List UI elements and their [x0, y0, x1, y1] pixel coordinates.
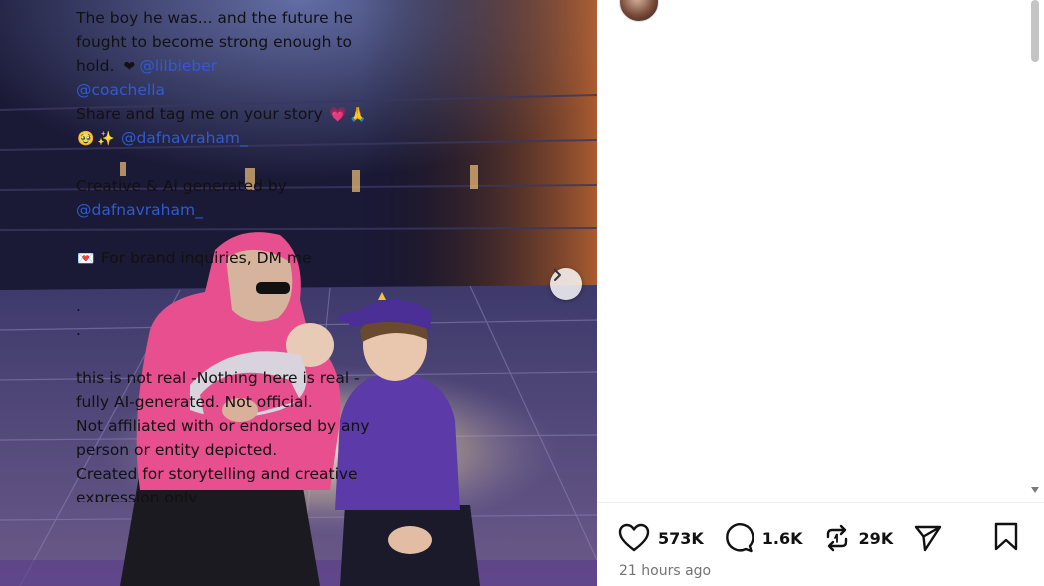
emoji: 💗: [329, 107, 347, 123]
emoji: ✨: [97, 131, 115, 147]
caption-text: .: [76, 321, 81, 339]
caption-text: Not affiliated with or endorsed by any: [76, 417, 370, 435]
mention-link[interactable]: @lilbieber: [139, 57, 217, 75]
like-count: 573K: [658, 528, 704, 548]
repost-count: 29K: [858, 528, 894, 548]
caption-text: expression only: [76, 489, 198, 502]
send-icon: [915, 525, 942, 552]
caption-text: fully AI-generated. Not official.: [76, 393, 313, 411]
caption-text: fought to become strong enough to: [76, 33, 352, 51]
caption-line: Not affiliated with or endorsed by any: [76, 414, 416, 438]
scrollbar-thumb[interactable]: [1031, 0, 1039, 62]
chevron-right-icon: [554, 269, 561, 281]
comment-button[interactable]: 1.6K: [724, 523, 803, 553]
next-image-button[interactable]: [550, 268, 582, 300]
caption-line: 💌 For brand inquiries, DM me: [76, 246, 416, 270]
emoji: ❤: [123, 59, 136, 75]
caption-line: Created for storytelling and creative: [76, 462, 416, 486]
caption-text: hold.: [76, 57, 120, 75]
caption-line: .: [76, 318, 416, 342]
caption-line: this is not real -Nothing here is real -: [76, 366, 416, 390]
heart-icon: [618, 523, 650, 552]
emoji: 🥹: [77, 131, 95, 147]
like-button[interactable]: 573K: [618, 523, 704, 553]
caption-line: @coachella: [76, 78, 416, 102]
save-button[interactable]: [992, 522, 1020, 556]
post-caption: The boy he was... and the future he fough…: [76, 6, 416, 502]
share-button[interactable]: [913, 523, 943, 553]
caption-scrollbar[interactable]: [1028, 0, 1044, 502]
caption-text: Share and tag me on your story: [76, 105, 328, 123]
author-avatar[interactable]: [619, 0, 659, 22]
post-timestamp[interactable]: 21 hours ago: [619, 563, 711, 579]
repost-button[interactable]: 29K: [823, 523, 894, 553]
caption-line: Creative & Ai generated by: [76, 174, 416, 198]
caption-line: Share and tag me on your story 💗 🙏: [76, 102, 416, 126]
caption-text: this is not real -Nothing here is real -: [76, 369, 360, 387]
bookmark-icon: [994, 522, 1018, 551]
mention-link[interactable]: @dafnavraham_: [121, 129, 248, 147]
repost-icon: [826, 524, 847, 552]
emoji: 🙏: [349, 107, 367, 123]
caption-line: The boy he was... and the future he: [76, 6, 416, 30]
caption-text: .: [76, 297, 81, 315]
caption-text: The boy he was... and the future he: [76, 9, 353, 27]
caption-text: person or entity depicted.: [76, 441, 278, 459]
post-actions: 573K 1.6K 29K: [618, 518, 963, 558]
mention-link[interactable]: @dafnavraham_: [76, 201, 203, 219]
caption-line: fought to become strong enough to: [76, 30, 416, 54]
caption-line: expression only: [76, 486, 416, 502]
caption-line: fully AI-generated. Not official.: [76, 390, 416, 414]
caption-text: Created for storytelling and creative: [76, 465, 358, 483]
caption-line: @dafnavraham_: [76, 198, 416, 222]
caption-line: person or entity depicted.: [76, 438, 416, 462]
comment-icon: [725, 523, 754, 553]
caption-text: For brand inquiries, DM me: [96, 249, 312, 267]
caption-line: hold. ❤ @lilbieber: [76, 54, 416, 78]
divider: [597, 502, 1044, 503]
emoji: 💌: [77, 251, 95, 267]
scroll-down-arrow-icon[interactable]: [1029, 484, 1041, 496]
comment-count: 1.6K: [761, 528, 803, 548]
caption-text: Creative & Ai generated by: [76, 177, 287, 195]
mention-link[interactable]: @coachella: [76, 81, 165, 99]
post-details-panel: [597, 0, 1044, 586]
caption-line: 🥹 ✨ @dafnavraham_: [76, 126, 416, 150]
caption-line: .: [76, 294, 416, 318]
